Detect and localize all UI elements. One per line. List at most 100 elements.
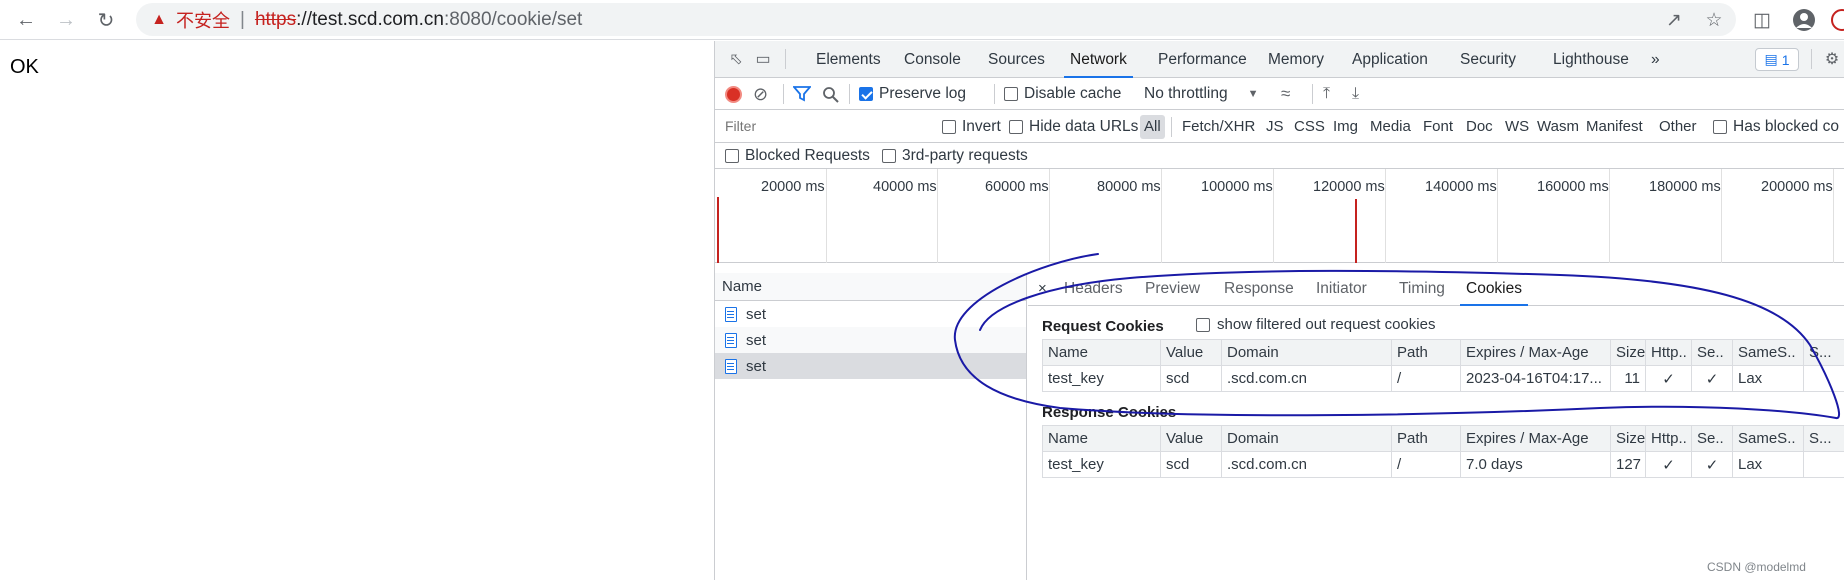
column-header[interactable]: Size [1610,339,1646,366]
device-toolbar-icon[interactable]: ▭ [752,48,774,70]
share-icon[interactable]: ↗ [1660,6,1688,34]
export-har-icon[interactable]: ⤓ [1352,78,1359,110]
filter-funnel-icon[interactable] [793,78,811,110]
invert-checkbox[interactable]: Invert [942,111,1001,143]
checkbox[interactable] [1196,317,1210,332]
checkbox[interactable] [725,149,739,163]
hide-data-urls-checkbox[interactable]: Hide data URLs [1009,111,1138,143]
back-arrow-icon[interactable]: ← [12,6,40,34]
issues-badge[interactable]: ▤ 1 [1755,48,1799,71]
more-tabs-button[interactable]: » [1651,41,1660,78]
type-filter-fetch-xhr[interactable]: Fetch/XHR [1178,115,1259,139]
type-filter-ws[interactable]: WS [1501,115,1533,139]
url-path: :8080/cookie/set [443,8,583,30]
type-filter-js[interactable]: JS [1262,115,1288,139]
type-filter-wasm[interactable]: Wasm [1533,115,1583,139]
clear-icon[interactable]: ⊘ [753,78,768,110]
table-row[interactable]: test_key scd .scd.com.cn / 2023-04-16T04… [1042,365,1844,392]
column-header[interactable]: Expires / Max-Age [1460,425,1611,452]
column-header[interactable]: S... [1803,339,1844,366]
tab-console[interactable]: Console [904,41,961,78]
column-header[interactable]: Domain [1221,425,1392,452]
profile-avatar-icon[interactable] [1790,6,1818,34]
third-party-checkbox[interactable]: 3rd-party requests [882,143,1028,169]
column-header[interactable]: Value [1160,339,1222,366]
column-header[interactable]: S... [1803,425,1844,452]
type-filter-font[interactable]: Font [1419,115,1457,139]
type-filter-manifest[interactable]: Manifest [1582,115,1647,139]
type-filter-all[interactable]: All [1140,115,1165,139]
table-row[interactable]: test_key scd .scd.com.cn / 7.0 days 127 … [1042,451,1844,478]
disable-cache-checkbox[interactable]: Disable cache [1004,78,1121,110]
column-header[interactable]: Se.. [1691,425,1733,452]
column-header[interactable]: Path [1391,425,1461,452]
tab-response[interactable]: Response [1224,273,1294,306]
throttling-select[interactable]: No throttling ▼ [1144,78,1258,110]
address-bar[interactable]: ▲ 不安全 | https ://test.scd.com.cn :8080/c… [136,3,1736,36]
response-cookies-title: Response Cookies [1042,404,1177,421]
column-header[interactable]: Name [1042,425,1161,452]
tab-initiator[interactable]: Initiator [1316,273,1367,306]
tab-security[interactable]: Security [1460,41,1516,78]
column-header[interactable]: Path [1391,339,1461,366]
name-column-header[interactable]: Name [715,273,1026,301]
tab-network[interactable]: Network [1064,41,1133,78]
search-icon[interactable] [822,78,839,110]
inspect-element-icon[interactable]: ⬁ [725,48,747,70]
response-cookies-table: Name Value Domain Path Expires / Max-Age… [1042,425,1844,478]
column-header[interactable]: Name [1042,339,1161,366]
type-filter-img[interactable]: Img [1329,115,1362,139]
type-filter-media[interactable]: Media [1366,115,1415,139]
type-filter-other[interactable]: Other [1655,115,1701,139]
network-conditions-icon[interactable]: ≈ [1281,78,1290,110]
network-overview-timeline[interactable]: 20000 ms 40000 ms 60000 ms 80000 ms 1000… [715,169,1844,263]
blocked-requests-checkbox[interactable]: Blocked Requests [725,143,870,169]
show-filtered-cookies-checkbox[interactable]: show filtered out request cookies [1196,316,1435,333]
request-row[interactable]: set [715,327,1026,353]
tab-performance[interactable]: Performance [1158,41,1247,78]
update-icon[interactable] [1828,6,1844,34]
column-header[interactable]: Se.. [1691,339,1733,366]
side-panel-icon[interactable]: ◫ [1748,6,1776,34]
has-blocked-cookies-checkbox[interactable]: Has blocked co [1713,111,1839,143]
checkbox[interactable] [1004,87,1018,101]
column-header[interactable]: Size [1610,425,1646,452]
forward-arrow-icon[interactable]: → [52,6,80,34]
column-header[interactable]: Http.. [1645,339,1692,366]
column-header[interactable]: Http.. [1645,425,1692,452]
reload-icon[interactable]: ↻ [92,6,120,34]
checkbox[interactable] [1009,120,1023,134]
close-detail-button[interactable]: × [1038,273,1047,306]
column-header[interactable]: Expires / Max-Age [1460,339,1611,366]
tab-timing[interactable]: Timing [1399,273,1445,306]
record-button[interactable] [725,78,742,110]
type-filter-css[interactable]: CSS [1290,115,1329,139]
request-row[interactable]: set [715,301,1026,327]
tab-lighthouse[interactable]: Lighthouse [1553,41,1629,78]
type-filter-doc[interactable]: Doc [1462,115,1497,139]
bookmark-star-icon[interactable]: ☆ [1700,6,1728,34]
tab-cookies[interactable]: Cookies [1460,273,1528,306]
tab-preview[interactable]: Preview [1145,273,1200,306]
preserve-log-checkbox[interactable]: Preserve log [859,78,966,110]
tab-headers[interactable]: Headers [1064,273,1123,306]
column-header[interactable]: Value [1160,425,1222,452]
column-header[interactable]: SameS.. [1732,339,1804,366]
checkbox[interactable] [882,149,896,163]
checkbox-checked[interactable] [859,87,873,101]
checkbox[interactable] [942,120,956,134]
request-row-selected[interactable]: set [715,353,1026,379]
settings-gear-icon[interactable]: ⚙ [1821,48,1843,70]
import-har-icon[interactable]: ⤒ [1323,78,1330,110]
tab-elements[interactable]: Elements [816,41,881,78]
tab-memory[interactable]: Memory [1268,41,1324,78]
tab-application[interactable]: Application [1352,41,1428,78]
checkbox[interactable] [1713,120,1727,134]
column-header[interactable]: Domain [1221,339,1392,366]
tab-sources[interactable]: Sources [988,41,1045,78]
warning-icon[interactable]: ▲ [150,11,168,29]
filter-input[interactable] [721,115,929,137]
security-label[interactable]: 不安全 [176,7,230,33]
timeline-tick [1833,169,1834,263]
column-header[interactable]: SameS.. [1732,425,1804,452]
